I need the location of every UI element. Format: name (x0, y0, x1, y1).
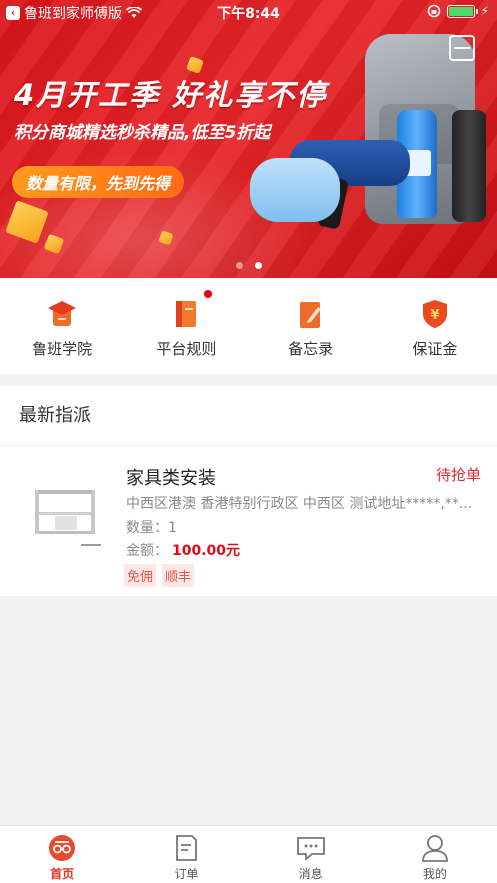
battery-icon (446, 4, 478, 18)
section-title: 最新指派 (0, 386, 497, 446)
rotation-lock-icon (427, 4, 440, 18)
quick-item-memo[interactable]: 备忘录 (249, 278, 373, 374)
product-thumbnail (25, 476, 107, 558)
tab-label: 订单 (174, 867, 199, 881)
profile-icon (420, 833, 450, 863)
tab-label: 首页 (50, 867, 75, 881)
tab-label: 我的 (422, 867, 447, 881)
tab-label: 消息 (298, 867, 323, 881)
carousel-dot-active[interactable] (254, 262, 262, 269)
tab-messages[interactable]: 消息 (249, 826, 373, 883)
order-address: 中西区港澳 香港特别行政区 中西区 测试地址*****,**... (126, 496, 473, 512)
order-amount: 金额： 100.00元 (126, 540, 240, 560)
order-tags: 免佣 顺丰 (124, 564, 195, 587)
banner-subline: 积分商城精选秒杀精品,低至5折起 (14, 123, 271, 143)
tab-home[interactable]: 首页 (0, 826, 124, 883)
tab-profile[interactable]: 我的 (373, 826, 497, 883)
order-quantity: 数量：1 (126, 520, 177, 536)
tab-orders[interactable]: 订单 (124, 826, 248, 883)
order-title: 家具类安装 (126, 468, 216, 489)
face-mask-image (250, 158, 340, 222)
promo-banner[interactable]: 4月开工季 好礼享不停 积分商城精选秒杀精品,低至5折起 数量有限，先到先得 (0, 0, 497, 278)
latest-assignments: 最新指派 家具类安装 待抢单 中西区港澳 香港特别行政区 中西区 测试地址***… (0, 386, 497, 596)
order-doc-icon (171, 833, 201, 863)
deposit-shield-icon: ¥ (420, 298, 450, 330)
charging-icon: ⚡ (480, 4, 489, 18)
tab-bar: 首页 订单 消息 我的 (0, 825, 497, 883)
quick-item-label: 鲁班学院 (32, 340, 93, 358)
banner-headline: 4月开工季 好礼享不停 (14, 78, 328, 112)
graduation-cap-icon (47, 298, 77, 330)
message-bubble-icon (296, 833, 326, 863)
banner-pill: 数量有限，先到先得 (12, 166, 185, 198)
status-right: ⚡ (427, 4, 489, 18)
clock: 下午8:44 (217, 6, 280, 22)
carousel-dot[interactable] (235, 262, 243, 269)
notification-dot (204, 290, 213, 298)
quick-menu: 鲁班学院 平台规则 备忘录 ¥ 保证金 (0, 278, 497, 374)
tag-no-commission: 免佣 (124, 564, 157, 587)
svg-text:¥: ¥ (430, 308, 439, 323)
amount-value: 100.00元 (172, 543, 241, 559)
amount-label: 金额： (126, 543, 168, 559)
order-card[interactable]: 家具类安装 待抢单 中西区港澳 香港特别行政区 中西区 测试地址*****,**… (0, 446, 497, 596)
carousel-indicator (0, 262, 497, 269)
scan-icon[interactable] (449, 35, 475, 61)
rulebook-icon (171, 298, 201, 330)
quick-item-label: 平台规则 (156, 340, 217, 358)
status-bar: ‹ 鲁班到家师傅版 下午8:44 ⚡ (0, 0, 497, 24)
order-status[interactable]: 待抢单 (436, 464, 481, 485)
thermos-image (452, 110, 486, 222)
tag-sf-express: 顺丰 (162, 564, 195, 587)
quick-item-label: 保证金 (412, 340, 458, 358)
quick-item-deposit[interactable]: ¥ 保证金 (373, 278, 497, 374)
home-logo-icon (47, 833, 77, 863)
quick-item-academy[interactable]: 鲁班学院 (0, 278, 124, 374)
memo-pencil-icon (296, 298, 326, 330)
quick-item-rules[interactable]: 平台规则 (124, 278, 248, 374)
quick-item-label: 备忘录 (288, 340, 334, 358)
